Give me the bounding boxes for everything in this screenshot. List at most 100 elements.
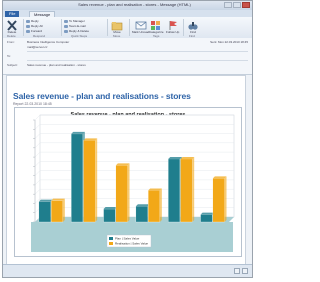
- move-button[interactable]: Move: [111, 18, 123, 34]
- quick-step-team-email[interactable]: Team E-mail: [64, 24, 86, 28]
- legend-label-plan: Plan | Sales Value: [115, 237, 140, 241]
- reply-icon: [26, 19, 30, 23]
- header-divider: [27, 51, 248, 52]
- categorize-button[interactable]: Categorize: [149, 18, 164, 34]
- quick-access-toolbar[interactable]: [6, 3, 42, 16]
- ribbon-separator: [61, 19, 62, 36]
- flag-icon: [167, 18, 179, 30]
- from-address[interactable]: mail@server.cz: [27, 45, 48, 49]
- reply-button[interactable]: Reply: [26, 19, 39, 23]
- ribbon-tabs: File Message: [3, 10, 252, 18]
- bar-top-plan-0: [38, 199, 53, 202]
- forward-button[interactable]: Forward: [26, 29, 42, 33]
- bar-top-realisation-1: [83, 138, 98, 141]
- quick-step-icon: [64, 19, 68, 23]
- bar-side-realisation-0: [62, 198, 65, 222]
- bar-top-realisation-5: [212, 176, 227, 179]
- reply-all-icon: [26, 24, 30, 28]
- reply-all-button[interactable]: Reply All: [26, 24, 43, 28]
- report-subtitle: Report 22.03.2010 18:45: [13, 102, 52, 106]
- ribbon: Delete Delete Reply Reply All Forward Re…: [3, 17, 252, 39]
- bar-plan-4: [168, 158, 181, 223]
- bar-plan-2: [103, 208, 116, 223]
- gridline-side: [34, 161, 41, 167]
- close-button[interactable]: [242, 2, 250, 8]
- gridline-side: [34, 142, 41, 148]
- ribbon-separator: [129, 19, 130, 36]
- bar-realisation-1: [83, 140, 96, 223]
- delete-icon: [6, 18, 18, 31]
- quick-step-reply-delete[interactable]: Reply & Delete: [64, 29, 89, 33]
- bar-realisation-3: [148, 190, 161, 223]
- bar-side-realisation-1: [95, 138, 98, 222]
- to-row: To:: [7, 54, 12, 58]
- gridline-side: [34, 114, 41, 121]
- bar-top-realisation-0: [51, 198, 65, 201]
- title-bar: Sales revenue - plan and realisation - s…: [3, 1, 252, 16]
- gridline-side: [34, 189, 41, 195]
- ribbon-separator: [23, 19, 24, 36]
- quick-step-to-manager[interactable]: To Manager: [64, 19, 85, 23]
- view-icons: [234, 268, 248, 274]
- bar-top-plan-2: [103, 207, 118, 210]
- status-bar: [3, 264, 252, 277]
- bar-plan-3: [135, 206, 148, 223]
- bar-top-plan-4: [168, 156, 182, 159]
- bar-top-plan-3: [135, 204, 150, 207]
- bar-top-realisation-2: [115, 163, 130, 166]
- reading-view-icon[interactable]: [242, 268, 248, 274]
- forward-icon: [26, 29, 30, 33]
- minimize-button[interactable]: [224, 2, 232, 8]
- legend-swatch-plan: [109, 237, 113, 240]
- message-header: From: Business Intelligence Computer Sent…: [3, 38, 252, 75]
- bar-realisation-2: [115, 165, 128, 223]
- bar-top-plan-5: [200, 212, 215, 215]
- gridline-side: [34, 179, 41, 186]
- bar-plan-1: [71, 133, 84, 223]
- bar-side-realisation-3: [159, 188, 162, 222]
- legend-label-realisation: Realisation | Sales Value: [115, 242, 148, 246]
- from-address-row: mail@server.cz: [7, 45, 248, 49]
- bar-plan-5: [200, 214, 213, 223]
- mark-unread-button[interactable]: Mark Unread: [132, 18, 149, 34]
- chart-back-wall: [39, 114, 235, 218]
- bar-top-plan-1: [71, 131, 85, 134]
- bar-side-realisation-5: [224, 176, 227, 222]
- report-title: Sales revenue - plan and realisations - …: [13, 91, 191, 101]
- find-button[interactable]: Find: [187, 18, 199, 34]
- chart-svg: Sales revenue - plan and realisation - s…: [31, 112, 235, 252]
- team-email-icon: [64, 24, 68, 28]
- outlook-message-window: Sales revenue - plan and realisation - s…: [2, 0, 253, 278]
- sales-chart: Sales revenue - plan and realisation - s…: [14, 107, 242, 257]
- ribbon-separator: [107, 19, 108, 36]
- message-body[interactable]: Sales revenue - plan and realisations - …: [6, 75, 246, 265]
- header-divider: [27, 60, 248, 61]
- legend-swatch-realisation: [109, 242, 113, 245]
- from-value[interactable]: Business Intelligence Computer: [27, 40, 69, 44]
- bar-plan-0: [38, 201, 51, 223]
- ribbon-separator: [183, 19, 184, 36]
- delete-button[interactable]: Delete: [6, 18, 18, 34]
- binoculars-icon: [187, 18, 199, 30]
- subject-row: Subject: Sales revenue - plan and realisa…: [7, 63, 86, 67]
- sent-value: Sent: Mon 22.03.2010 18:45: [210, 40, 248, 44]
- bar-top-realisation-3: [148, 188, 162, 191]
- follow-up-button[interactable]: Follow Up: [166, 18, 179, 34]
- maximize-button[interactable]: [233, 2, 241, 8]
- bar-side-realisation-2: [127, 163, 130, 222]
- gridline-side: [34, 151, 41, 158]
- categorize-icon: [150, 18, 162, 30]
- gridline-side: [34, 124, 41, 130]
- normal-view-icon[interactable]: [234, 268, 240, 274]
- bar-top-realisation-4: [180, 156, 195, 159]
- bar-side-realisation-4: [192, 156, 195, 222]
- gridline-side: [34, 170, 41, 176]
- envelope-icon: [135, 18, 147, 30]
- from-row: From: Business Intelligence Computer Sent…: [7, 40, 248, 44]
- window-title: Sales revenue - plan and realisation - s…: [78, 2, 191, 7]
- gridline-side: [34, 133, 41, 139]
- reply-delete-icon: [64, 29, 68, 33]
- move-folder-icon: [111, 18, 123, 31]
- bar-realisation-4: [180, 158, 193, 223]
- subject-value: Sales revenue - plan and realisation - s…: [27, 63, 86, 67]
